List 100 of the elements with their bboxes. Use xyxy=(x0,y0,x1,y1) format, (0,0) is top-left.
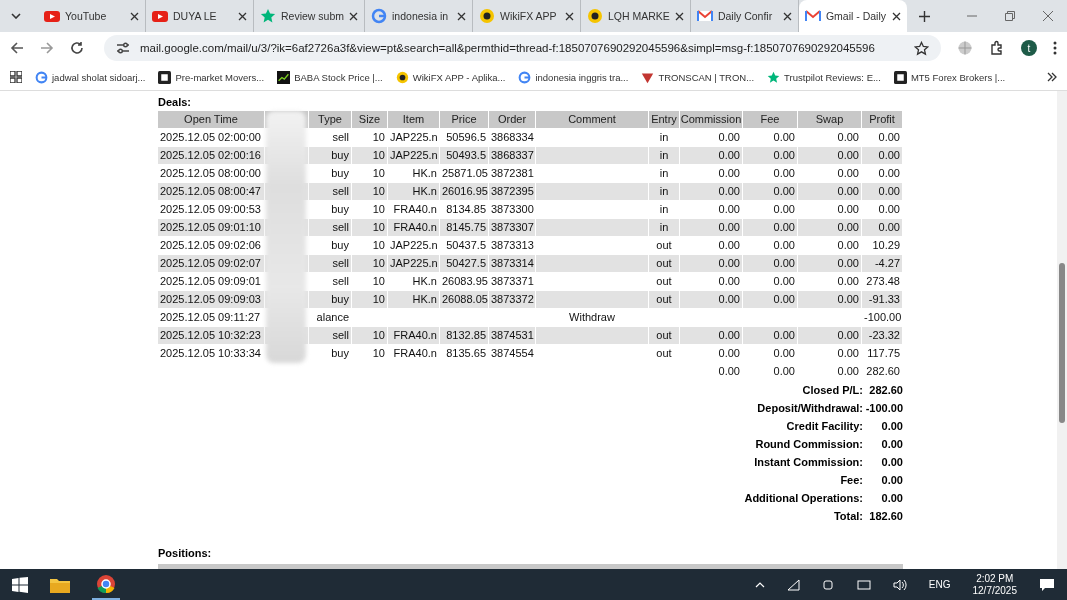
table-cell-text: buy xyxy=(330,202,350,217)
chevron-icon[interactable] xyxy=(1047,72,1057,82)
table-cell: sell xyxy=(309,219,351,236)
apps-grid-icon[interactable] xyxy=(10,71,22,83)
table-cell: -91.33 xyxy=(862,291,902,308)
table-cell: 10 xyxy=(352,219,387,236)
menu-icon[interactable] xyxy=(1053,41,1057,55)
table-cell-text: 0.00 xyxy=(772,238,796,253)
table-cell: out xyxy=(649,327,679,344)
forward-icon[interactable] xyxy=(40,41,54,55)
browser-tab[interactable]: Gmail - Daily xyxy=(798,0,907,32)
table-cell-text: 2025.12.05 10:33:34 xyxy=(159,346,262,361)
close-icon[interactable] xyxy=(565,11,575,21)
table-cell: 10 xyxy=(352,255,387,272)
column-header: Price xyxy=(440,111,488,128)
table-cell: 0.00 xyxy=(743,255,797,272)
scrollbar-thumb[interactable] xyxy=(1059,263,1065,423)
table-cell: 0.00 xyxy=(862,147,902,164)
summary-value: 0.00 xyxy=(880,419,903,434)
table-cell-text: 0.00 xyxy=(717,346,741,361)
close-icon[interactable] xyxy=(457,11,467,21)
column-header: Type xyxy=(309,111,351,128)
table-cell: 10 xyxy=(352,147,387,164)
close-icon[interactable] xyxy=(782,11,792,21)
new-tab-icon[interactable] xyxy=(918,10,930,22)
table-cell: 2025.12.05 09:01:10 xyxy=(158,219,264,236)
close-icon[interactable] xyxy=(891,11,901,21)
table-cell-text: 3872381 xyxy=(490,166,535,181)
language-indicator[interactable]: ENG xyxy=(928,579,951,590)
table-cell-text: Withdraw xyxy=(568,310,616,325)
address-bar[interactable]: mail.google.com/mail/u/3/?ik=6af2726a3f&view=pt&search=all&permthid=thread-f:1850707690292045596&simpl=msg-f:1850707690292045596 xyxy=(104,35,941,61)
table-cell: HK.n xyxy=(388,291,439,308)
chevron-up-icon[interactable] xyxy=(754,581,765,588)
favicon-icon xyxy=(641,70,655,84)
bookmark-item[interactable]: MT5 Forex Brokers |... xyxy=(893,70,1006,84)
close-icon[interactable] xyxy=(349,11,359,21)
table-cell-text: 0.00 xyxy=(836,274,860,289)
bookmark-item[interactable]: Trustpilot Reviews: E... xyxy=(767,70,881,84)
table-cell-text: 26083.95 xyxy=(441,274,488,289)
table-cell-text: 0.00 xyxy=(717,130,741,145)
notifications-icon[interactable] xyxy=(1039,577,1055,592)
speaker-icon[interactable] xyxy=(892,578,907,591)
table-cell: 2025.12.05 10:32:23 xyxy=(158,327,264,344)
bookmark-item[interactable]: jadwal sholat sidoarj... xyxy=(35,70,146,84)
table-cell-text: 10 xyxy=(371,166,386,181)
favicon-icon xyxy=(395,70,409,84)
bookmark-item[interactable]: indonesia inggris tra... xyxy=(518,70,629,84)
favicon-icon xyxy=(804,8,821,24)
table-cell-text: JAP225.n xyxy=(389,130,439,145)
table-cell-text: buy xyxy=(330,166,350,181)
summary-label: Additional Operations: xyxy=(744,491,863,506)
table-cell-text: 3873313 xyxy=(490,238,535,253)
bookmark-star-icon[interactable] xyxy=(914,40,929,56)
table-cell: 0.00 xyxy=(743,291,797,308)
table-cell-text: 10 xyxy=(371,130,386,145)
wifi-icon[interactable] xyxy=(786,578,801,591)
table-cell-text: 10 xyxy=(371,238,386,253)
clock[interactable]: 2:02 PM 12/7/2025 xyxy=(972,572,1017,597)
folder-icon[interactable] xyxy=(50,576,70,593)
table-cell: 0.00 xyxy=(680,147,742,164)
table-cell: in xyxy=(649,183,679,200)
bookmark-item[interactable]: TRONSCAN | TRON... xyxy=(641,70,755,84)
favicon-icon xyxy=(35,70,48,84)
table-cell-text: 0.00 xyxy=(877,130,901,145)
table-cell-text: out xyxy=(655,274,673,289)
tab-search-icon[interactable] xyxy=(11,13,21,19)
table-cell: 0.00 xyxy=(798,291,861,308)
back-icon[interactable] xyxy=(10,41,24,55)
table-cell: 0.00 xyxy=(862,183,902,200)
reload-icon[interactable] xyxy=(70,41,84,55)
column-header: Open Time xyxy=(158,111,264,128)
start-icon[interactable] xyxy=(12,576,28,593)
table-cell-text: 50437.5 xyxy=(445,238,487,253)
favicon-icon xyxy=(696,8,713,24)
scrollbar[interactable] xyxy=(1057,91,1067,569)
restore-icon[interactable] xyxy=(1005,11,1015,21)
favicon-icon xyxy=(44,8,60,24)
bookmark-item[interactable]: BABA Stock Price |... xyxy=(277,70,383,84)
bookmark-item[interactable]: Pre-market Movers... xyxy=(158,70,265,84)
table-cell: HK.n xyxy=(388,183,439,200)
table-cell: 0.00 xyxy=(680,183,742,200)
summary-value: 0.00 xyxy=(880,491,903,506)
favicon-icon xyxy=(767,70,781,84)
table-cell-text: 0.00 xyxy=(717,202,741,217)
close-icon[interactable] xyxy=(130,11,139,21)
table-cell-text: 8134.85 xyxy=(445,202,487,217)
close-icon[interactable] xyxy=(674,11,684,21)
table-cell-text: in xyxy=(658,166,670,181)
extensions-icon[interactable] xyxy=(989,40,1005,56)
column-header: Swap xyxy=(798,111,861,128)
close-icon[interactable] xyxy=(238,11,247,21)
table-cell-text: 0.00 xyxy=(717,238,741,253)
favicon-icon xyxy=(518,70,532,84)
table-cell-text: 282.60 xyxy=(865,364,901,379)
table-cell: JAP225.n xyxy=(388,147,439,164)
table-cell: 3873307 xyxy=(489,219,535,236)
site-settings-icon[interactable] xyxy=(116,41,130,55)
table-cell-text: 0.00 xyxy=(877,166,901,181)
bookmark-item[interactable]: WikiFX APP - Aplika... xyxy=(395,70,506,84)
profile-avatar[interactable]: t xyxy=(1021,40,1037,56)
